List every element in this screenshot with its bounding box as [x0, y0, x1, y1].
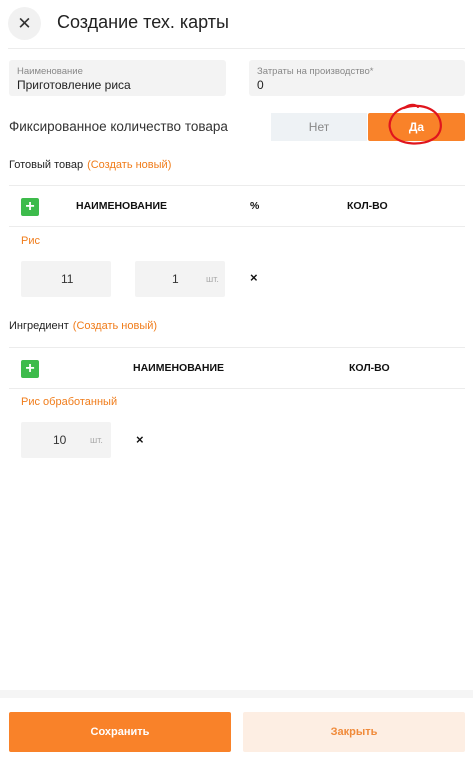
fixed-quantity-no-button[interactable]: Нет [271, 113, 367, 141]
column-header-quantity: КОЛ-ВО [347, 200, 388, 212]
finished-product-create-link[interactable]: (Создать новый) [87, 159, 171, 171]
remove-finished-product-icon[interactable]: × [250, 270, 258, 285]
ingredient-quantity-value: 10 [53, 433, 67, 447]
finished-product-name: Рис [21, 235, 40, 247]
fixed-quantity-yes-button[interactable]: Да [368, 113, 465, 141]
close-button[interactable]: Закрыть [243, 712, 465, 752]
finished-product-unit: шт. [206, 274, 219, 284]
cost-field[interactable]: Затраты на производство* 0 [249, 60, 465, 96]
divider [8, 48, 465, 49]
ingredient-quantity-input[interactable]: 10 шт. [21, 422, 111, 458]
add-finished-product-button[interactable]: + [21, 198, 39, 216]
save-button[interactable]: Сохранить [9, 712, 231, 752]
name-field-value: Приготовление риса [17, 78, 131, 92]
header: ✕ Создание тех. карты [0, 0, 473, 48]
column-header-name: НАИМЕНОВАНИЕ [133, 362, 224, 374]
finished-product-table-header: + НАИМЕНОВАНИЕ % КОЛ-ВО [9, 185, 465, 227]
ingredient-name: Рис обработанный [21, 396, 118, 408]
finished-product-percent-input[interactable]: 11 [21, 261, 111, 297]
add-ingredient-button[interactable]: + [21, 360, 39, 378]
column-header-quantity: КОЛ-ВО [349, 362, 390, 374]
name-field-label: Наименование [17, 66, 83, 77]
page-title: Создание тех. карты [57, 12, 229, 32]
ingredient-section-label: Ингредиент (Создать новый) [9, 320, 157, 332]
column-header-name: НАИМЕНОВАНИЕ [76, 200, 167, 212]
cost-field-value: 0 [257, 78, 264, 92]
cost-field-label: Затраты на производство* [257, 66, 374, 77]
finished-product-percent-value: 11 [61, 272, 74, 286]
finished-product-quantity-value: 1 [172, 272, 179, 286]
ingredient-label: Ингредиент [9, 320, 69, 332]
ingredient-create-link[interactable]: (Создать новый) [73, 320, 157, 332]
fixed-quantity-label: Фиксированное количество товара [9, 119, 228, 134]
finished-product-quantity-input[interactable]: 1 шт. [135, 261, 225, 297]
finished-product-label: Готовый товар [9, 159, 84, 171]
remove-ingredient-icon[interactable]: × [136, 432, 144, 447]
close-icon[interactable]: ✕ [8, 7, 41, 40]
ingredient-table-header: + НАИМЕНОВАНИЕ КОЛ-ВО [9, 347, 465, 389]
finished-product-section-label: Готовый товар (Создать новый) [9, 159, 171, 171]
ingredient-unit: шт. [90, 435, 103, 445]
column-header-percent: % [250, 200, 260, 212]
footer-separator [0, 690, 473, 698]
name-field[interactable]: Наименование Приготовление риса [9, 60, 226, 96]
